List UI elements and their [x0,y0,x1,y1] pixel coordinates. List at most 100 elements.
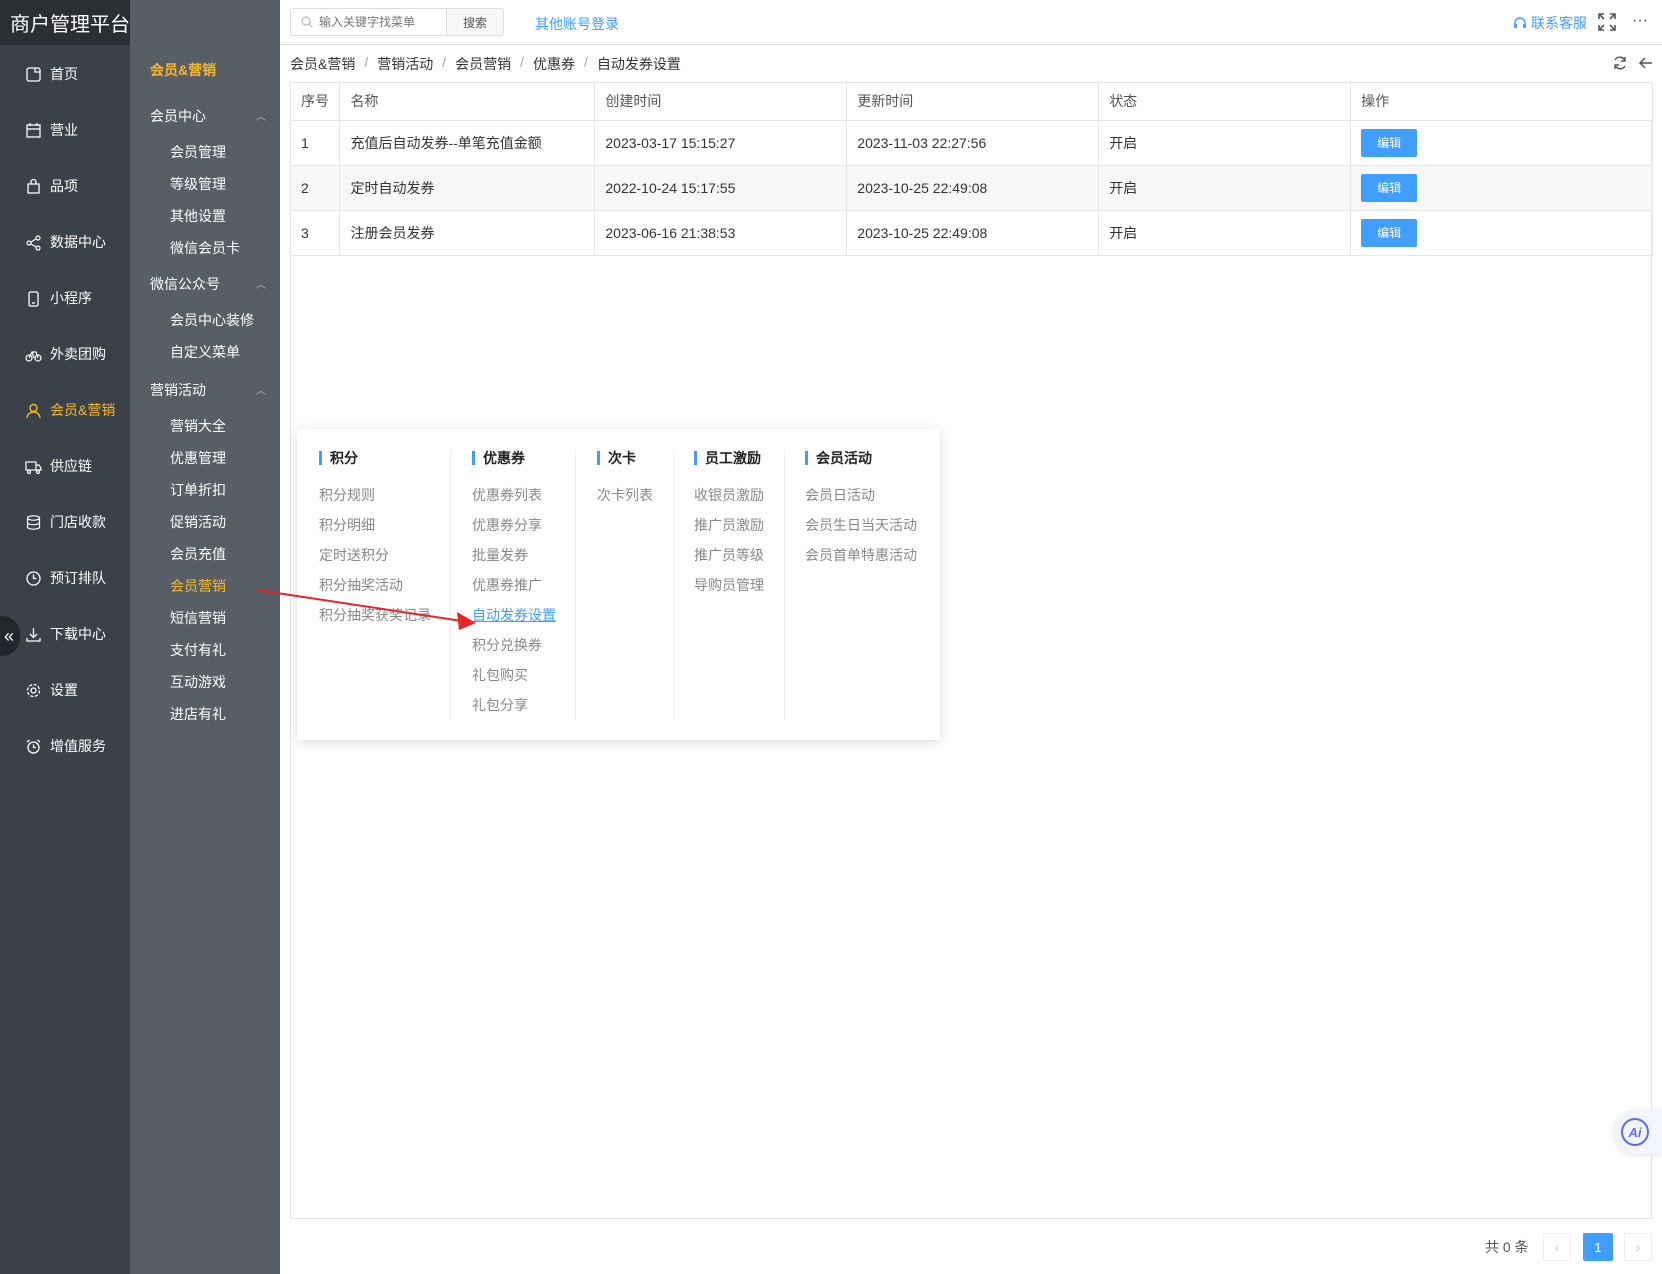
mega-menu-heading: 会员活动 [805,451,917,465]
mega-menu-item[interactable]: 礼包购买 [472,667,556,697]
nav-item-8[interactable]: 供应链 [0,446,130,486]
mega-menu-item[interactable]: 积分抽奖获奖记录 [319,607,431,637]
nav-item-13[interactable]: 增值服务 [0,726,130,766]
column-divider [673,449,674,720]
fullscreen-icon[interactable] [1597,12,1617,32]
sub-link[interactable]: 进店有礼 [170,704,226,724]
nav-item-1[interactable]: 首页 [0,54,130,94]
search-input[interactable] [319,15,444,29]
cell-action: 编辑 [1350,210,1653,256]
mega-menu-item[interactable]: 收银员激励 [694,487,764,517]
mega-menu-item[interactable]: 积分明细 [319,517,431,547]
search-icon [301,16,313,28]
next-page-button[interactable]: › [1624,1233,1652,1261]
sub-group-label: 营销活动 [150,382,206,398]
mega-menu-item[interactable]: 会员生日当天活动 [805,517,917,547]
mega-menu-item[interactable]: 导购员管理 [694,577,764,607]
sub-link[interactable]: 营销大全 [170,416,226,436]
nav-item-5[interactable]: 小程序 [0,278,130,318]
mega-menu-item[interactable]: 推广员等级 [694,547,764,577]
nav-item-2[interactable]: 营业 [0,110,130,150]
sub-link[interactable]: 促销活动 [170,512,226,532]
nav-item-7[interactable]: 会员&营销 [0,390,130,430]
sub-group-header[interactable]: 营销活动 ︿ [150,380,270,400]
breadcrumb: 会员&营销 / 营销活动 / 会员营销 / 优惠券 / 自动发券设置 [290,54,681,74]
sub-link[interactable]: 会员充值 [170,544,226,564]
sub-link[interactable]: 会员中心装修 [170,310,254,330]
mega-menu-item[interactable]: 会员日活动 [805,487,917,517]
nav-item-6[interactable]: 外卖团购 [0,334,130,374]
share-icon [24,233,42,251]
mega-menu-item[interactable]: 会员首单特惠活动 [805,547,917,577]
refresh-icon[interactable] [1612,55,1628,71]
table-row: 3 注册会员发券 2023-06-16 21:38:53 2023-10-25 22:… [291,210,1653,256]
nav-item-label: 门店收款 [50,514,106,530]
breadcrumb-item[interactable]: 营销活动 [377,54,433,74]
mega-menu-item[interactable]: 次卡列表 [597,487,653,517]
breadcrumb-item: 自动发券设置 [596,56,681,72]
more-options-icon[interactable]: ··· [1632,12,1652,32]
mega-menu-column: 次卡 次卡列表 [597,449,653,720]
nav-item-9[interactable]: 门店收款 [0,502,130,542]
nav-item-4[interactable]: 数据中心 [0,222,130,262]
nav-item-label: 首页 [50,66,78,82]
page-number-button[interactable]: 1 [1583,1233,1613,1261]
mega-menu-item[interactable]: 礼包分享 [472,697,556,727]
column-header: 名称 [339,83,596,121]
sub-link[interactable]: 会员管理 [170,142,226,162]
sub-link[interactable]: 支付有礼 [170,640,226,660]
nav-item-3[interactable]: 品项 [0,166,130,206]
sub-link[interactable]: 会员营销 [170,576,226,596]
mega-menu-item[interactable]: 自动发券设置 [472,607,556,637]
mega-menu-heading: 积分 [319,451,431,465]
breadcrumb-item[interactable]: 优惠券 [533,54,575,74]
sub-link[interactable]: 其他设置 [170,206,226,226]
sub-sidebar-title: 会员&营销 [150,62,217,78]
sub-group-header[interactable]: 微信公众号 ︿ [150,274,270,294]
nav-item-label: 外卖团购 [50,346,106,362]
column-header: 操作 [1350,83,1653,121]
calendar-icon [24,121,42,139]
gear-icon [24,681,42,699]
breadcrumb-item[interactable]: 会员&营销 [290,54,355,74]
mega-menu-item[interactable]: 优惠券推广 [472,577,556,607]
cell-no: 1 [291,120,341,166]
sub-link[interactable]: 互动游戏 [170,672,226,692]
column-header: 状态 [1098,83,1352,121]
edit-button[interactable]: 编辑 [1361,218,1418,247]
sub-link[interactable]: 优惠管理 [170,448,226,468]
sub-link[interactable]: 等级管理 [170,174,226,194]
sub-link[interactable]: 订单折扣 [170,480,226,500]
search-box[interactable] [290,8,447,36]
prev-page-button[interactable]: ‹ [1543,1233,1571,1261]
cell-name: 充值后自动发券--单笔充值金额 [339,120,596,166]
search-button[interactable]: 搜索 [447,8,504,36]
mega-menu-item[interactable]: 积分兑换券 [472,637,556,667]
mega-menu-item[interactable]: 批量发券 [472,547,556,577]
mega-menu-item[interactable]: 定时送积分 [319,547,431,577]
ai-assistant-button[interactable]: Ai [1614,1110,1662,1154]
mega-menu-item[interactable]: 优惠券列表 [472,487,556,517]
nav-item-12[interactable]: 设置 [0,670,130,710]
other-account-login-link[interactable]: 其他账号登录 [535,14,619,34]
top-bar: 搜索 其他账号登录 联系客服 ··· [280,0,1662,45]
nav-item-10[interactable]: 预订排队 [0,558,130,598]
sub-link[interactable]: 自定义菜单 [170,342,240,362]
cell-no: 3 [291,210,341,256]
edit-button[interactable]: 编辑 [1361,173,1418,202]
contact-support-link[interactable]: 联系客服 [1513,13,1587,33]
mega-menu-item[interactable]: 推广员激励 [694,517,764,547]
edit-button[interactable]: 编辑 [1361,128,1418,157]
back-arrow-icon[interactable] [1638,55,1654,71]
sub-link[interactable]: 短信营销 [170,608,226,628]
user-icon [24,401,42,419]
mega-menu-item[interactable]: 积分规则 [319,487,431,517]
breadcrumb-item[interactable]: 会员营销 [455,54,511,74]
mega-menu-heading: 次卡 [597,451,653,465]
chevron-up-icon: ︿ [256,386,266,397]
mega-menu-item[interactable]: 优惠券分享 [472,517,556,547]
nav-item-label: 下载中心 [50,626,106,642]
sub-group-header[interactable]: 会员中心 ︿ [150,106,270,126]
mega-menu-item[interactable]: 积分抽奖活动 [319,577,431,607]
sub-link[interactable]: 微信会员卡 [170,238,240,258]
